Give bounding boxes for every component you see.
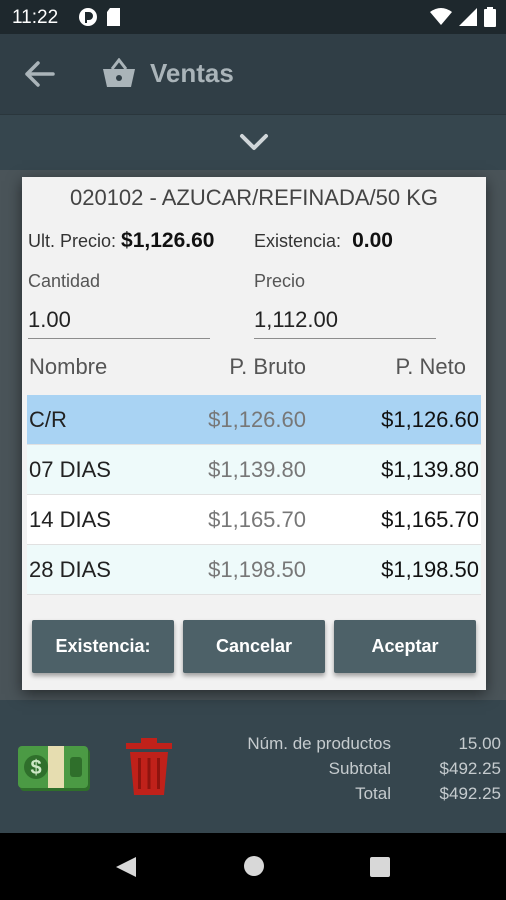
column-header-nombre: Nombre	[29, 354, 108, 379]
footer: $ Núm. de productos 15.00 Subtotal $492.…	[0, 700, 506, 833]
table-row[interactable]: 14 DIAS $1,165.70 $1,165.70	[27, 495, 481, 545]
subtotal-value: $492.25	[439, 759, 501, 778]
existencia-line: Existencia: 0.00	[254, 229, 393, 253]
row-bruto: $1,126.60	[208, 407, 306, 432]
trash-icon[interactable]	[124, 738, 174, 796]
back-arrow-icon[interactable]	[24, 60, 56, 88]
cell-signal-icon	[459, 8, 477, 26]
ult-precio-label: Ult. Precio:	[28, 231, 117, 251]
row-nombre: 07 DIAS	[29, 457, 111, 482]
existencia-button[interactable]: Existencia:	[32, 620, 174, 673]
price-table-header: Nombre P. Bruto P. Neto	[27, 352, 481, 392]
row-nombre: C/R	[29, 407, 67, 432]
wifi-icon	[430, 8, 452, 25]
existencia-value: 0.00	[352, 229, 393, 252]
column-header-bruto: P. Bruto	[229, 354, 306, 379]
row-nombre: 14 DIAS	[29, 507, 111, 532]
nav-back-icon[interactable]	[114, 855, 138, 879]
chevron-down-icon[interactable]	[238, 131, 270, 153]
battery-icon	[484, 7, 496, 27]
price-table: C/R $1,126.60 $1,126.60 07 DIAS $1,139.8…	[27, 395, 481, 595]
page-title: Ventas	[150, 58, 234, 88]
app-bar: Ventas	[0, 34, 506, 114]
expand-bar[interactable]	[0, 114, 506, 170]
ult-precio-value: $1,126.60	[121, 229, 215, 252]
basket-icon	[103, 58, 135, 87]
row-bruto: $1,139.80	[208, 457, 306, 482]
accept-button[interactable]: Aceptar	[334, 620, 476, 673]
row-neto: $1,139.80	[381, 457, 479, 482]
product-price-dialog: 020102 - AZUCAR/REFINADA/50 KG Ult. Prec…	[22, 177, 486, 690]
existencia-label: Existencia:	[254, 231, 342, 251]
row-neto: $1,126.60	[381, 407, 479, 432]
precio-input[interactable]	[254, 301, 436, 339]
column-header-neto: P. Neto	[395, 354, 466, 379]
ult-precio-line: Ult. Precio: $1,126.60	[28, 229, 214, 253]
status-bar: 11:22	[0, 0, 506, 34]
row-neto: $1,165.70	[381, 507, 479, 532]
cantidad-input[interactable]	[28, 301, 210, 339]
num-productos-value: 15.00	[458, 734, 501, 753]
table-row[interactable]: 28 DIAS $1,198.50 $1,198.50	[27, 545, 481, 595]
total-value: $492.25	[439, 784, 501, 803]
cash-icon[interactable]: $	[18, 743, 92, 795]
svg-text:$: $	[30, 757, 41, 779]
row-bruto: $1,165.70	[208, 507, 306, 532]
nav-home-icon[interactable]	[243, 855, 265, 877]
total-label: Total	[355, 784, 391, 803]
row-neto: $1,198.50	[381, 557, 479, 582]
table-row[interactable]: C/R $1,126.60 $1,126.60	[27, 395, 481, 445]
cantidad-label: Cantidad	[28, 271, 101, 291]
precio-label: Precio	[254, 271, 306, 291]
cancel-button[interactable]: Cancelar	[183, 620, 325, 673]
totals-summary: Núm. de productos 15.00 Subtotal $492.25…	[247, 731, 501, 806]
nav-recent-apps-icon[interactable]	[370, 857, 390, 877]
num-productos-label: Núm. de productos	[247, 734, 391, 753]
status-time: 11:22	[12, 7, 59, 28]
row-bruto: $1,198.50	[208, 557, 306, 582]
system-nav-bar	[0, 833, 506, 900]
row-nombre: 28 DIAS	[29, 557, 111, 582]
sd-card-icon	[107, 8, 120, 26]
dialog-title: 020102 - AZUCAR/REFINADA/50 KG	[69, 185, 439, 210]
notification-app-icon	[79, 8, 97, 26]
subtotal-label: Subtotal	[328, 759, 391, 778]
table-row[interactable]: 07 DIAS $1,139.80 $1,139.80	[27, 445, 481, 495]
